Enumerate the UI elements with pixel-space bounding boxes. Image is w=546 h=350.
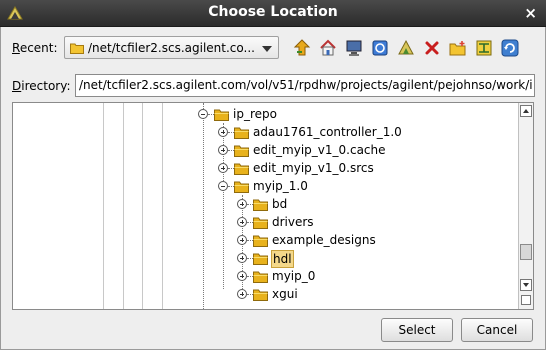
expand-toggle-icon[interactable] [237,289,247,299]
folder-icon [234,181,249,193]
tree-item-label[interactable]: ip_repo [232,106,278,122]
home-icon[interactable] [317,37,339,59]
directory-label: Directory: [12,79,71,93]
folder-icon [253,289,268,301]
expand-toggle-icon[interactable] [218,127,228,137]
expand-toggle-icon[interactable] [237,199,247,209]
cancel-button[interactable]: Cancel [461,318,533,342]
tree-item-label[interactable]: myip_1.0 [252,178,309,194]
folder-icon [234,163,249,175]
tree-item-label[interactable]: example_designs [271,232,377,248]
folder-icon [234,127,249,139]
recent-dropdown[interactable]: /net/tcfiler2.scs.agilent.co... [64,36,279,59]
title-bar: Choose Location × [0,0,546,27]
project-icon[interactable] [369,37,391,59]
tree-item-label[interactable]: edit_myip_v1_0.srcs [252,160,375,176]
expand-toggle-icon[interactable] [218,163,228,173]
collapse-toggle-icon[interactable] [218,181,228,191]
network-icon[interactable] [395,37,417,59]
folder-icon [214,109,229,121]
choose-location-dialog: Recent: /net/tcfiler2.scs.agilent.co... [0,27,546,350]
expand-toggle-icon[interactable] [237,217,247,227]
tree-item-label[interactable]: bd [271,196,288,212]
folder-icon [70,43,84,54]
expand-toggle-icon[interactable] [218,145,228,155]
view-toggle-icon[interactable] [473,37,495,59]
tree-guide [123,103,124,309]
tree-guide [142,103,143,309]
select-button[interactable]: Select [381,318,453,342]
tree-item-label[interactable]: myip_0 [271,268,316,284]
tree-guide [162,103,163,309]
delete-icon[interactable] [421,37,443,59]
tree-item-label[interactable]: drivers [271,214,315,230]
window-title: Choose Location [208,4,338,20]
folder-icon [253,271,268,283]
scrollbar-thumb[interactable] [520,244,532,260]
recent-label: Recent: [12,41,58,55]
collapse-toggle-icon[interactable] [198,109,208,119]
expand-toggle-icon[interactable] [237,253,247,263]
expand-toggle-icon[interactable] [237,271,247,281]
directory-field[interactable]: /net/tcfiler2.scs.agilent.com/vol/v51/rp… [75,74,535,97]
recent-value: /net/tcfiler2.scs.agilent.co... [88,41,255,55]
scroll-down-icon[interactable] [520,279,532,291]
up-folder-icon[interactable] [291,37,313,59]
folder-icon [253,199,268,211]
scroll-up-icon[interactable] [520,105,532,117]
tree-item-label[interactable]: adau1761_controller_1.0 [252,124,403,140]
new-folder-icon[interactable] [447,37,469,59]
folder-icon [253,253,268,265]
chevron-down-icon[interactable] [262,46,272,52]
folder-icon [234,145,249,157]
close-icon[interactable]: × [524,4,537,22]
tree-item-label[interactable]: hdl [271,250,294,268]
vertical-scrollbar[interactable] [518,103,533,309]
desktop-icon[interactable] [343,37,365,59]
refresh-icon[interactable] [499,37,521,59]
scroll-corner [521,295,531,305]
tree-item-label[interactable]: edit_myip_v1_0.cache [252,142,387,158]
tree-guide [103,103,104,309]
folder-icon [253,235,268,247]
folder-icon [253,217,268,229]
tree-item-label[interactable]: xgui [271,286,299,302]
expand-toggle-icon[interactable] [237,235,247,245]
folder-tree[interactable]: ip_repo adau1761_controller_1.0 edit_myip_… [12,102,534,310]
